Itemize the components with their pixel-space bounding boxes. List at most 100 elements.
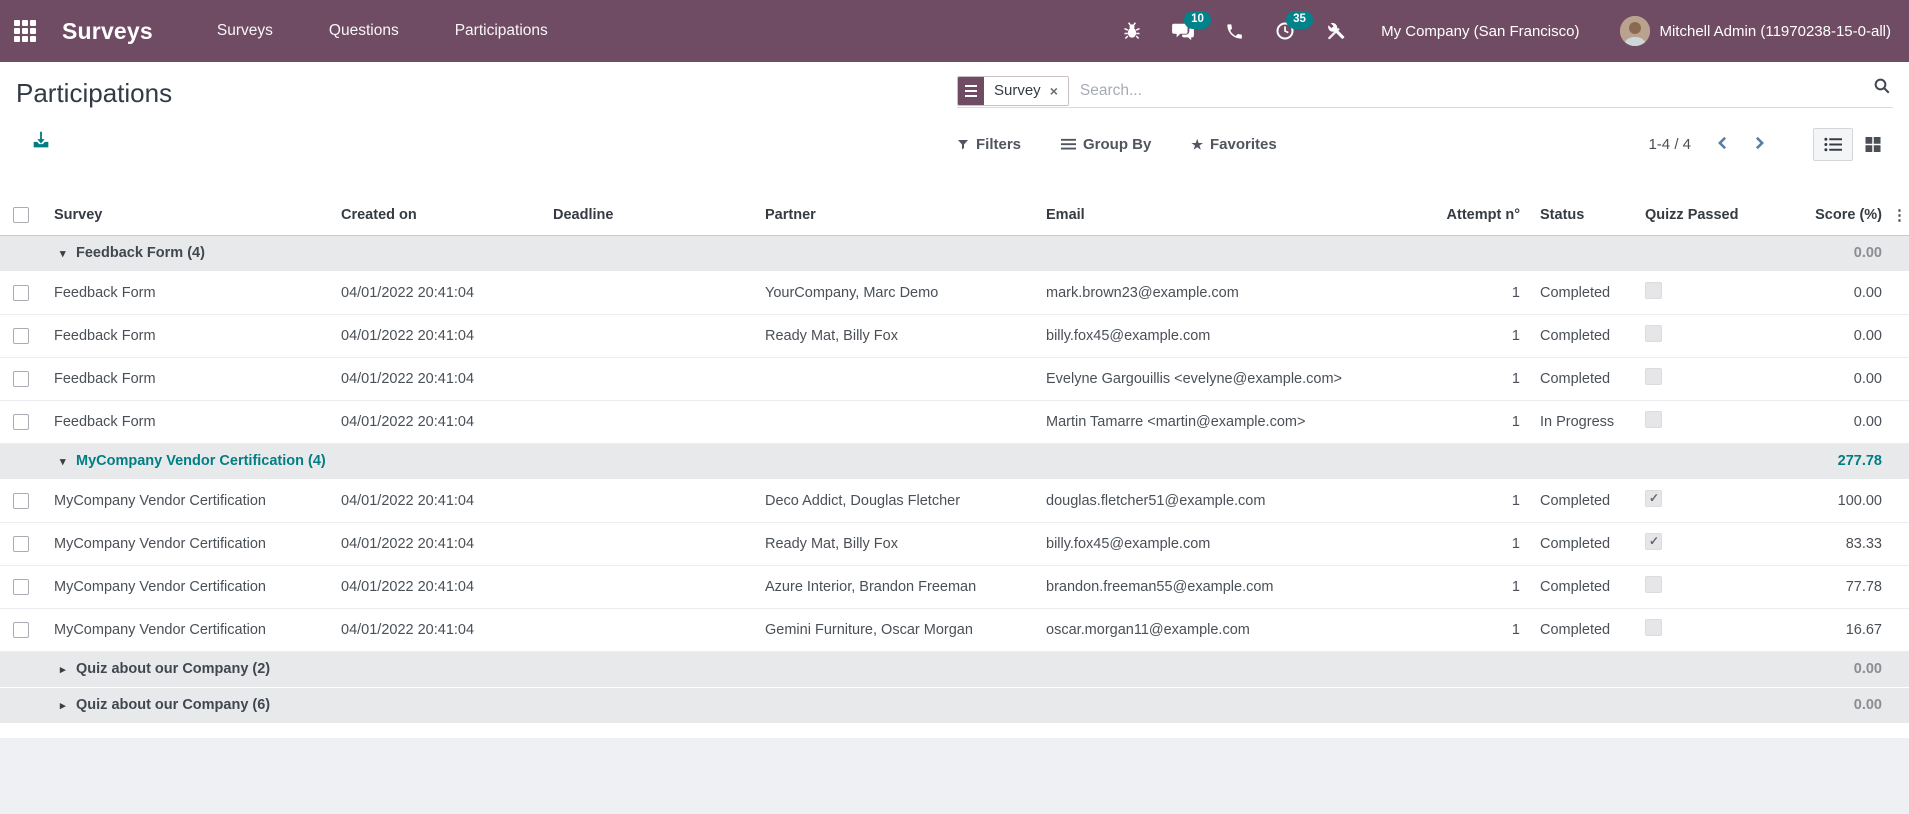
star-icon: ★ xyxy=(1191,136,1204,152)
group-row[interactable]: ▸ Quiz about our Company (6) 0.00 xyxy=(0,687,1909,723)
column-header-deadline[interactable]: Deadline xyxy=(543,195,755,236)
cell-partner: Azure Interior, Brandon Freeman xyxy=(765,578,977,595)
activities-clock-icon[interactable]: 35 xyxy=(1273,11,1313,43)
quizz-passed-checkbox xyxy=(1645,490,1662,507)
export-button[interactable] xyxy=(30,129,52,154)
menu-item-questions[interactable]: Questions xyxy=(327,16,401,46)
row-checkbox[interactable] xyxy=(13,621,29,638)
group-label: Quiz about our Company (6) xyxy=(76,697,271,713)
cell-created-on: 04/01/2022 20:41:04 xyxy=(341,492,475,509)
cell-score: 0.00 xyxy=(1853,370,1882,387)
cell-status: Completed xyxy=(1540,535,1611,552)
row-checkbox[interactable] xyxy=(13,370,29,387)
cell-email: Martin Tamarre <martin@example.com> xyxy=(1046,413,1306,430)
pager-previous-button[interactable] xyxy=(1691,136,1728,153)
optional-columns-icon[interactable]: ⋮ xyxy=(1892,207,1907,224)
cell-partner: Deco Addict, Douglas Fletcher xyxy=(765,492,961,509)
cell-survey: Feedback Form xyxy=(54,284,156,301)
quizz-passed-checkbox xyxy=(1645,619,1662,636)
cell-attempt: 1 xyxy=(1511,535,1520,552)
bug-icon[interactable] xyxy=(1120,19,1144,43)
caret-right-icon: ▸ xyxy=(60,664,66,676)
list-view: Survey Created on Deadline Partner Email… xyxy=(0,195,1909,724)
table-row[interactable]: MyCompany Vendor Certification 04/01/202… xyxy=(0,479,1909,522)
row-checkbox[interactable] xyxy=(13,492,29,509)
quizz-passed-checkbox xyxy=(1645,368,1662,385)
kanban-view-button[interactable] xyxy=(1853,128,1893,161)
cell-deadline xyxy=(543,608,755,651)
search-input[interactable] xyxy=(1079,81,1893,100)
list-view-button[interactable] xyxy=(1813,128,1853,161)
cell-score: 0.00 xyxy=(1853,413,1882,430)
tools-icon[interactable] xyxy=(1324,19,1348,43)
cell-email: Evelyne Gargouillis <evelyne@example.com… xyxy=(1046,370,1343,387)
cell-status: Completed xyxy=(1540,370,1611,387)
top-navbar: Surveys Surveys Questions Participations… xyxy=(0,0,1909,62)
cell-partner: Ready Mat, Billy Fox xyxy=(765,535,898,552)
group-row[interactable]: ▾ Feedback Form (4) 0.00 xyxy=(0,235,1909,271)
column-header-status[interactable]: Status xyxy=(1530,195,1635,236)
column-header-survey[interactable]: Survey xyxy=(44,195,331,236)
group-by-button[interactable]: Group By xyxy=(1061,136,1151,153)
favorites-button[interactable]: ★ Favorites xyxy=(1191,136,1276,153)
messages-badge: 10 xyxy=(1184,11,1211,29)
column-header-attempt[interactable]: Attempt n° xyxy=(1426,195,1530,236)
cell-attempt: 1 xyxy=(1511,492,1520,509)
menu-item-participations[interactable]: Participations xyxy=(453,16,550,46)
table-row[interactable]: Feedback Form 04/01/2022 20:41:04 Evelyn… xyxy=(0,357,1909,400)
cell-status: Completed xyxy=(1540,327,1611,344)
row-checkbox[interactable] xyxy=(13,284,29,301)
cell-score: 0.00 xyxy=(1853,284,1882,301)
column-header-email[interactable]: Email xyxy=(1036,195,1426,236)
group-row[interactable]: ▾ MyCompany Vendor Certification (4) 277.… xyxy=(0,443,1909,479)
pager-next-button[interactable] xyxy=(1728,136,1765,153)
cell-email: mark.brown23@example.com xyxy=(1046,284,1239,301)
view-switcher xyxy=(1813,128,1893,161)
row-checkbox[interactable] xyxy=(13,413,29,430)
cell-partner: Ready Mat, Billy Fox xyxy=(765,327,898,344)
menu-item-surveys[interactable]: Surveys xyxy=(215,16,275,46)
facet-remove-icon[interactable]: × xyxy=(1050,84,1058,98)
table-row[interactable]: MyCompany Vendor Certification 04/01/202… xyxy=(0,608,1909,651)
cell-survey: MyCompany Vendor Certification xyxy=(54,621,266,638)
cell-deadline xyxy=(543,271,755,314)
row-checkbox[interactable] xyxy=(13,327,29,344)
row-checkbox[interactable] xyxy=(13,535,29,552)
column-header-quizz-passed[interactable]: Quizz Passed xyxy=(1635,195,1750,236)
cell-attempt: 1 xyxy=(1511,327,1520,344)
cell-survey: MyCompany Vendor Certification xyxy=(54,535,266,552)
group-row[interactable]: ▸ Quiz about our Company (2) 0.00 xyxy=(0,651,1909,687)
caret-down-icon: ▾ xyxy=(60,248,66,260)
table-row[interactable]: MyCompany Vendor Certification 04/01/202… xyxy=(0,565,1909,608)
column-header-partner[interactable]: Partner xyxy=(755,195,1036,236)
app-name[interactable]: Surveys xyxy=(62,18,153,45)
table-row[interactable]: MyCompany Vendor Certification 04/01/202… xyxy=(0,522,1909,565)
caret-down-icon: ▾ xyxy=(60,456,66,468)
cell-created-on: 04/01/2022 20:41:04 xyxy=(341,327,475,344)
pager-value[interactable]: 1-4 / 4 xyxy=(1648,136,1691,153)
cell-attempt: 1 xyxy=(1511,284,1520,301)
table-row[interactable]: Feedback Form 04/01/2022 20:41:04 Ready … xyxy=(0,314,1909,357)
search-icon xyxy=(1873,77,1891,100)
table-row[interactable]: Feedback Form 04/01/2022 20:41:04 Martin… xyxy=(0,400,1909,443)
filters-button[interactable]: Filters xyxy=(957,136,1021,153)
search-facet: Survey × xyxy=(957,75,1069,106)
control-panel: Participations Survey × Filters xyxy=(0,62,1909,195)
cell-deadline xyxy=(543,314,755,357)
table-row[interactable]: Feedback Form 04/01/2022 20:41:04 YourCo… xyxy=(0,271,1909,314)
column-header-score[interactable]: Score (%) xyxy=(1750,195,1892,236)
user-menu[interactable]: Mitchell Admin (11970238-15-0-all) xyxy=(1620,16,1891,46)
phone-icon[interactable] xyxy=(1222,19,1246,43)
cell-email: brandon.freeman55@example.com xyxy=(1046,578,1274,595)
cell-score: 77.78 xyxy=(1845,578,1882,595)
column-header-created-on[interactable]: Created on xyxy=(331,195,543,236)
select-all-checkbox[interactable] xyxy=(13,206,29,223)
row-checkbox[interactable] xyxy=(13,578,29,595)
cell-created-on: 04/01/2022 20:41:04 xyxy=(341,413,475,430)
company-switcher[interactable]: My Company (San Francisco) xyxy=(1381,23,1579,40)
caret-right-icon: ▸ xyxy=(60,700,66,712)
cell-deadline xyxy=(543,357,755,400)
cell-status: Completed xyxy=(1540,621,1611,638)
messages-icon[interactable]: 10 xyxy=(1171,11,1211,43)
apps-grid-icon[interactable] xyxy=(14,20,36,42)
